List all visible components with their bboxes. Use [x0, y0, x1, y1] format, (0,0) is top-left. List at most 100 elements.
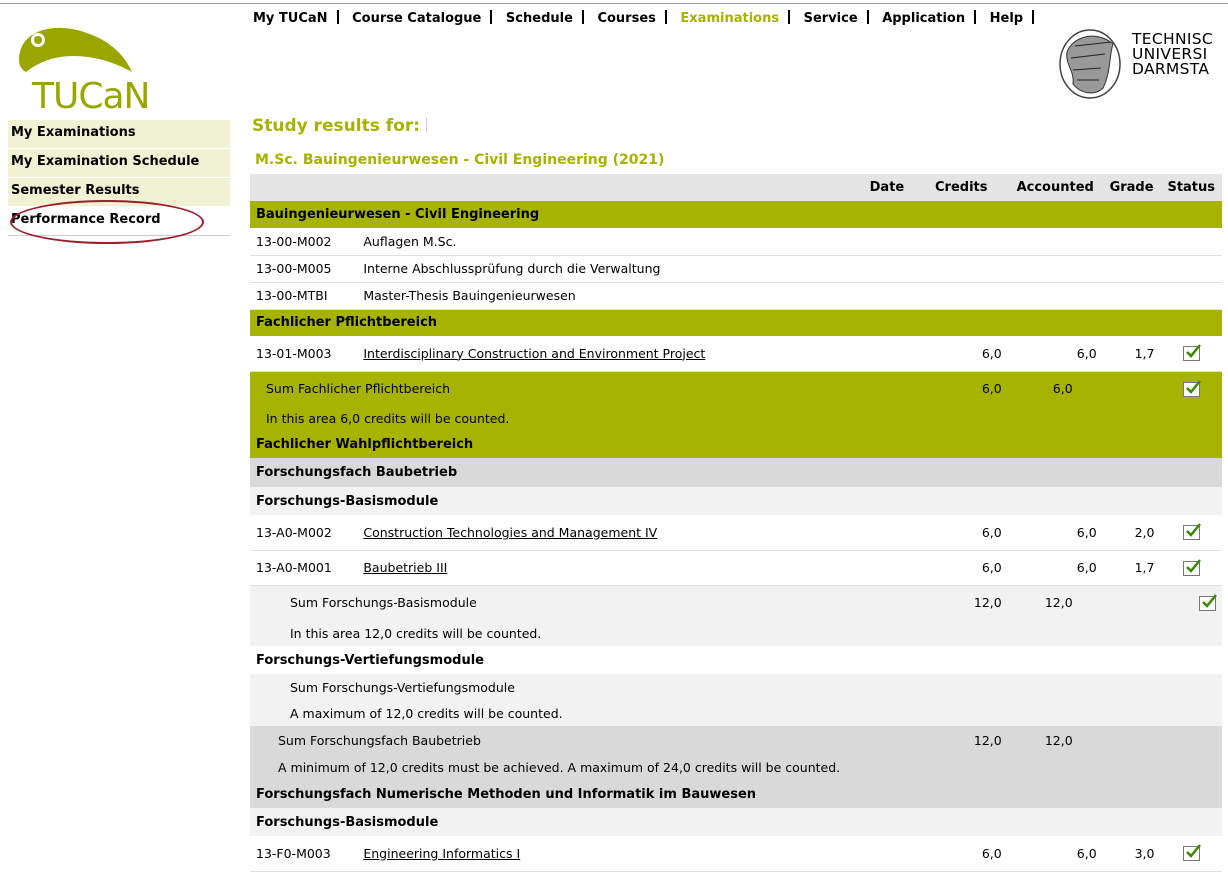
column-header-status: Status [1167, 180, 1216, 195]
module-code: 13-A0-M002 [250, 515, 358, 551]
tucan-logo[interactable]: TUCaN [14, 20, 164, 117]
subcategory-row: Forschungsfach Numerische Methoden und I… [250, 780, 1222, 808]
module-code: 13-A0-M001 [250, 550, 358, 586]
subcategory-row: Forschungs-Basismodule [250, 487, 1222, 515]
column-header-date: Date [869, 180, 905, 195]
page-title-text: Study results for: [252, 116, 421, 136]
nav-separator [581, 10, 584, 24]
program-title: M.Sc. Bauingenieurwesen - Civil Engineer… [255, 152, 665, 168]
sum-row: Sum Forschungs-Vertiefungsmodule [250, 674, 1222, 700]
university-name[interactable]: TECHNISC UNIVERSI DARMSTA [1132, 31, 1213, 78]
table-row: 13-A0-M002 Construction Technologies and… [250, 515, 1222, 551]
table-row: 13-01-M003 Interdisciplinary Constructio… [250, 336, 1222, 372]
credits-value: 12,0 [973, 595, 1002, 611]
sum-label: Sum Fachlicher Pflichtbereich [266, 381, 451, 397]
sidebar-item-my-examinations[interactable]: My Examinations [8, 120, 230, 149]
module-link[interactable]: Engineering Informatics I [363, 846, 520, 861]
table-row: 13-00-M005 Interne Abschlussprüfung durc… [250, 255, 1222, 283]
nav-separator [974, 10, 977, 24]
sum-label: Sum Forschungs-Basismodule [290, 595, 477, 611]
module-name: Master-Thesis Bauingenieurwesen [357, 282, 860, 310]
sidebar: My Examinations My Examination Schedule … [8, 120, 230, 236]
module-code: 13-F0-M003 [250, 836, 358, 872]
nav-separator [866, 10, 869, 24]
name-placeholder [426, 118, 428, 132]
sidebar-item-semester-results[interactable]: Semester Results [8, 178, 230, 207]
accounted-value: 6,0 [1007, 550, 1103, 586]
table-header-row: Date Credits Accounted Grade Status [250, 174, 1222, 201]
subcategory-row: Forschungsfach Baubetrieb [250, 458, 1222, 487]
nav-schedule[interactable]: Schedule [506, 11, 573, 26]
nav-service[interactable]: Service [804, 11, 858, 26]
column-header-grade: Grade [1109, 180, 1154, 195]
athena-seal-icon [1059, 29, 1121, 99]
module-link[interactable]: Baubetrieb III [363, 560, 447, 575]
credits-value: 6,0 [981, 381, 1002, 397]
module-link[interactable]: Interdisciplinary Construction and Envir… [363, 346, 705, 361]
subcategory-row: Forschungs-Basismodule [250, 808, 1222, 836]
passed-check-icon [1182, 344, 1201, 362]
table-row: 13-F0-M003 Engineering Informatics I 6,0… [250, 836, 1222, 872]
category-row: Fachlicher Pflichtbereich [250, 309, 1222, 336]
accounted-value: 12,0 [1044, 595, 1073, 611]
accounted-value: 6,0 [1007, 336, 1103, 372]
column-header-accounted: Accounted [1016, 180, 1094, 195]
nav-application[interactable]: Application [882, 11, 965, 26]
accounted-value: 6,0 [1007, 515, 1103, 551]
nav-my-tucan[interactable]: My TUCaN [253, 11, 328, 26]
nav-separator [1032, 10, 1035, 24]
nav-help[interactable]: Help [990, 11, 1023, 26]
info-row: In this area 12,0 credits will be counte… [250, 620, 1222, 646]
credits-value: 6,0 [914, 836, 1008, 872]
passed-check-icon [1182, 379, 1201, 397]
module-code: 13-01-M003 [250, 336, 358, 372]
grade-value: 2,0 [1102, 515, 1161, 551]
table-row: 13-00-MTBI Master-Thesis Bauingenieurwes… [250, 282, 1222, 310]
passed-check-icon [1182, 844, 1201, 862]
results-table: Date Credits Accounted Grade Status Baui… [250, 174, 1222, 872]
info-row: A minimum of 12,0 credits must be achiev… [250, 754, 1222, 780]
top-navigation: My TUCaN Course Catalogue Schedule Cours… [253, 10, 1043, 26]
nav-courses[interactable]: Courses [597, 11, 655, 26]
module-code: 13-00-M005 [250, 255, 358, 283]
top-border-line [0, 3, 1228, 4]
column-header-credits: Credits [935, 180, 988, 195]
credits-value: 6,0 [914, 515, 1008, 551]
accounted-value: 6,0 [1052, 381, 1073, 397]
table-row: 13-00-M002 Auflagen M.Sc. [250, 228, 1222, 256]
sum-row: Sum Forschungs-Basismodule 12,0 12,0 [250, 585, 1222, 620]
credits-value: 12,0 [973, 732, 1002, 748]
nav-separator [490, 10, 493, 24]
grade-value: 3,0 [1102, 836, 1161, 872]
sum-row: Sum Fachlicher Pflichtbereich 6,0 6,0 [250, 371, 1222, 406]
accounted-value: 6,0 [1007, 836, 1103, 872]
category-row: Fachlicher Wahlpflichtbereich [250, 431, 1222, 458]
page-title: Study results for: [252, 116, 428, 136]
tucan-bird-icon [19, 27, 132, 72]
table-row: 13-A0-M001 Baubetrieb III 6,0 6,0 1,7 [250, 550, 1222, 586]
module-name: Auflagen M.Sc. [357, 228, 860, 256]
university-line-3: DARMSTA [1132, 60, 1210, 78]
sum-row: Sum Forschungsfach Baubetrieb 12,0 12,0 [250, 726, 1222, 754]
module-name: Interne Abschlussprüfung durch die Verwa… [357, 255, 860, 283]
tucan-logo-text: TUCaN [32, 76, 150, 117]
nav-examinations[interactable]: Examinations [680, 11, 779, 26]
module-code: 13-00-M002 [250, 228, 358, 256]
passed-check-icon [1182, 523, 1201, 541]
module-link[interactable]: Construction Technologies and Management… [363, 525, 657, 540]
credits-value: 6,0 [914, 336, 1008, 372]
info-row: In this area 6,0 credits will be counted… [250, 406, 1222, 431]
grade-value: 1,7 [1102, 336, 1161, 372]
info-row: A maximum of 12,0 credits will be counte… [250, 700, 1222, 726]
nav-separator [788, 10, 791, 24]
nav-separator [664, 10, 667, 24]
category-row: Bauingenieurwesen - Civil Engineering [250, 201, 1222, 228]
subcategory-row: Forschungs-Vertiefungsmodule [250, 646, 1222, 674]
passed-check-icon [1182, 558, 1201, 576]
passed-check-icon [1199, 593, 1217, 611]
credits-value: 6,0 [914, 550, 1008, 586]
sidebar-item-my-examination-schedule[interactable]: My Examination Schedule [8, 149, 230, 178]
module-code: 13-00-MTBI [250, 282, 358, 310]
nav-course-catalogue[interactable]: Course Catalogue [352, 11, 481, 26]
sidebar-item-performance-record[interactable]: Performance Record [8, 207, 230, 236]
